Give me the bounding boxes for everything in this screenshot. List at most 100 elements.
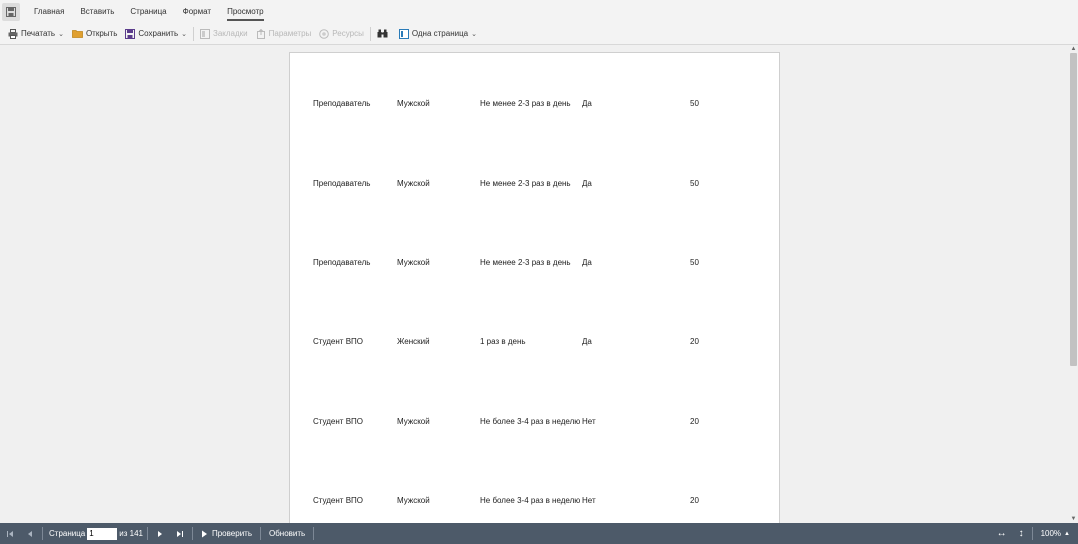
tab-format[interactable]: Формат	[175, 0, 219, 23]
page-count-label: из 141	[119, 529, 143, 538]
table-row: Студент ВПО Женский 1 раз в день Да 20	[290, 337, 781, 349]
cell-answer: Да	[582, 179, 592, 188]
next-page-button[interactable]	[150, 523, 170, 544]
folder-icon	[72, 29, 83, 38]
table-row: Студент ВПО Мужской Не более 3-4 раз в н…	[290, 496, 781, 508]
fit-height-icon: ↕	[1018, 528, 1024, 539]
cell-frequency: 1 раз в день	[480, 337, 526, 346]
report-page: Преподаватель Мужской Не менее 2-3 раз в…	[289, 52, 780, 523]
status-divider	[313, 527, 315, 540]
cell-value: 50	[690, 179, 699, 188]
cell-frequency: Не менее 2-3 раз в день	[480, 258, 571, 267]
cell-frequency: Не более 3-4 раз в неделю	[480, 417, 581, 426]
open-button[interactable]: Открыть	[68, 23, 121, 45]
last-page-button[interactable]	[170, 523, 190, 544]
zoom-value: 100%	[1040, 529, 1062, 538]
resources-icon	[319, 28, 330, 39]
scroll-down-icon[interactable]: ▼	[1069, 515, 1078, 523]
tab-page[interactable]: Страница	[122, 0, 174, 23]
save-disk-icon	[6, 6, 16, 17]
parameters-button[interactable]: Параметры	[252, 23, 316, 45]
first-page-button[interactable]	[0, 523, 20, 544]
preview-toolbar: Печатать ⌄ Открыть Сохранить ⌄ Закладки …	[0, 23, 1078, 45]
cell-gender: Женский	[397, 337, 430, 346]
next-page-icon	[157, 530, 162, 537]
scrollbar-thumb[interactable]	[1070, 53, 1077, 366]
table-row: Преподаватель Мужской Не менее 2-3 раз в…	[290, 258, 781, 270]
fit-width-button[interactable]: ↔	[991, 523, 1013, 544]
print-label: Печатать	[21, 29, 56, 38]
refresh-label: Обновить	[269, 529, 306, 538]
status-divider	[191, 527, 193, 540]
table-row: Студент ВПО Мужской Не более 3-4 раз в н…	[290, 417, 781, 429]
page-number-input[interactable]	[87, 527, 118, 540]
fit-height-button[interactable]: ↕	[1013, 523, 1030, 544]
cell-role: Преподаватель	[313, 99, 371, 108]
app-menu-button[interactable]	[2, 2, 20, 21]
parameters-icon	[256, 28, 266, 39]
tab-insert[interactable]: Вставить	[72, 0, 122, 23]
last-page-icon	[176, 530, 183, 537]
status-divider	[260, 527, 261, 540]
cell-gender: Мужской	[397, 417, 430, 426]
print-button[interactable]: Печатать ⌄	[4, 23, 68, 45]
resources-label: Ресурсы	[332, 29, 364, 38]
scroll-up-icon[interactable]: ▲	[1069, 45, 1078, 53]
cell-value: 20	[690, 496, 699, 505]
cell-value: 50	[690, 258, 699, 267]
chevron-down-icon: ⌄	[181, 30, 187, 38]
view-mode-label: Одна страница	[411, 29, 469, 38]
prev-page-button[interactable]	[20, 523, 40, 544]
cell-frequency: Не менее 2-3 раз в день	[480, 99, 571, 108]
cell-role: Студент ВПО	[313, 496, 363, 505]
status-divider	[146, 527, 148, 540]
zoom-dropdown[interactable]: 100% ▲	[1035, 523, 1078, 544]
save-button[interactable]: Сохранить ⌄	[121, 23, 191, 45]
tab-preview[interactable]: Просмотр	[219, 0, 272, 23]
cell-gender: Мужской	[397, 496, 430, 505]
find-button[interactable]	[373, 23, 395, 45]
parameters-label: Параметры	[268, 29, 312, 38]
bookmarks-label: Закладки	[213, 29, 248, 38]
toolbar-divider	[193, 26, 194, 41]
save-label: Сохранить	[138, 29, 179, 38]
bookmarks-button[interactable]: Закладки	[196, 23, 252, 45]
bookmarks-icon	[200, 28, 210, 39]
table-row: Преподаватель Мужской Не менее 2-3 раз в…	[290, 99, 781, 111]
status-bar: Страница из 141 Проверить Обновить ↔ ↕ 1…	[0, 523, 1078, 544]
chevron-down-icon: ⌄	[471, 30, 477, 38]
fit-width-icon: ↔	[996, 528, 1007, 539]
printer-icon	[8, 28, 18, 39]
cell-answer: Да	[582, 337, 592, 346]
view-mode-dropdown[interactable]: Одна страница ⌄	[395, 23, 481, 45]
vertical-scrollbar[interactable]: ▲ ▼	[1069, 45, 1078, 523]
chevron-down-icon: ⌄	[58, 30, 64, 38]
toolbar-divider	[369, 26, 371, 41]
status-divider	[42, 527, 43, 540]
play-icon	[201, 530, 207, 537]
check-button[interactable]: Проверить	[195, 523, 258, 544]
cell-role: Преподаватель	[313, 179, 371, 188]
resources-button[interactable]: Ресурсы	[315, 23, 368, 45]
floppy-icon	[125, 28, 136, 39]
first-page-icon	[7, 530, 13, 537]
cell-role: Студент ВПО	[313, 417, 363, 426]
cell-value: 20	[690, 337, 699, 346]
cell-answer: Нет	[582, 496, 596, 505]
tab-home[interactable]: Главная	[26, 0, 72, 23]
page-label: Страница	[49, 529, 86, 538]
cell-role: Студент ВПО	[313, 337, 363, 346]
cell-gender: Мужской	[397, 258, 430, 267]
open-label: Открыть	[85, 29, 118, 38]
table-row: Преподаватель Мужской Не менее 2-3 раз в…	[290, 179, 781, 191]
binoculars-icon	[377, 29, 388, 38]
cell-gender: Мужской	[397, 179, 430, 188]
cell-role: Преподаватель	[313, 258, 371, 267]
single-page-icon	[398, 28, 409, 39]
cell-frequency: Не более 3-4 раз в неделю	[480, 496, 581, 505]
chevron-up-icon: ▲	[1064, 530, 1070, 537]
cell-value: 20	[690, 417, 699, 426]
report-viewer[interactable]: Преподаватель Мужской Не менее 2-3 раз в…	[0, 45, 1078, 523]
prev-page-icon	[28, 530, 32, 537]
refresh-button[interactable]: Обновить	[263, 523, 311, 544]
